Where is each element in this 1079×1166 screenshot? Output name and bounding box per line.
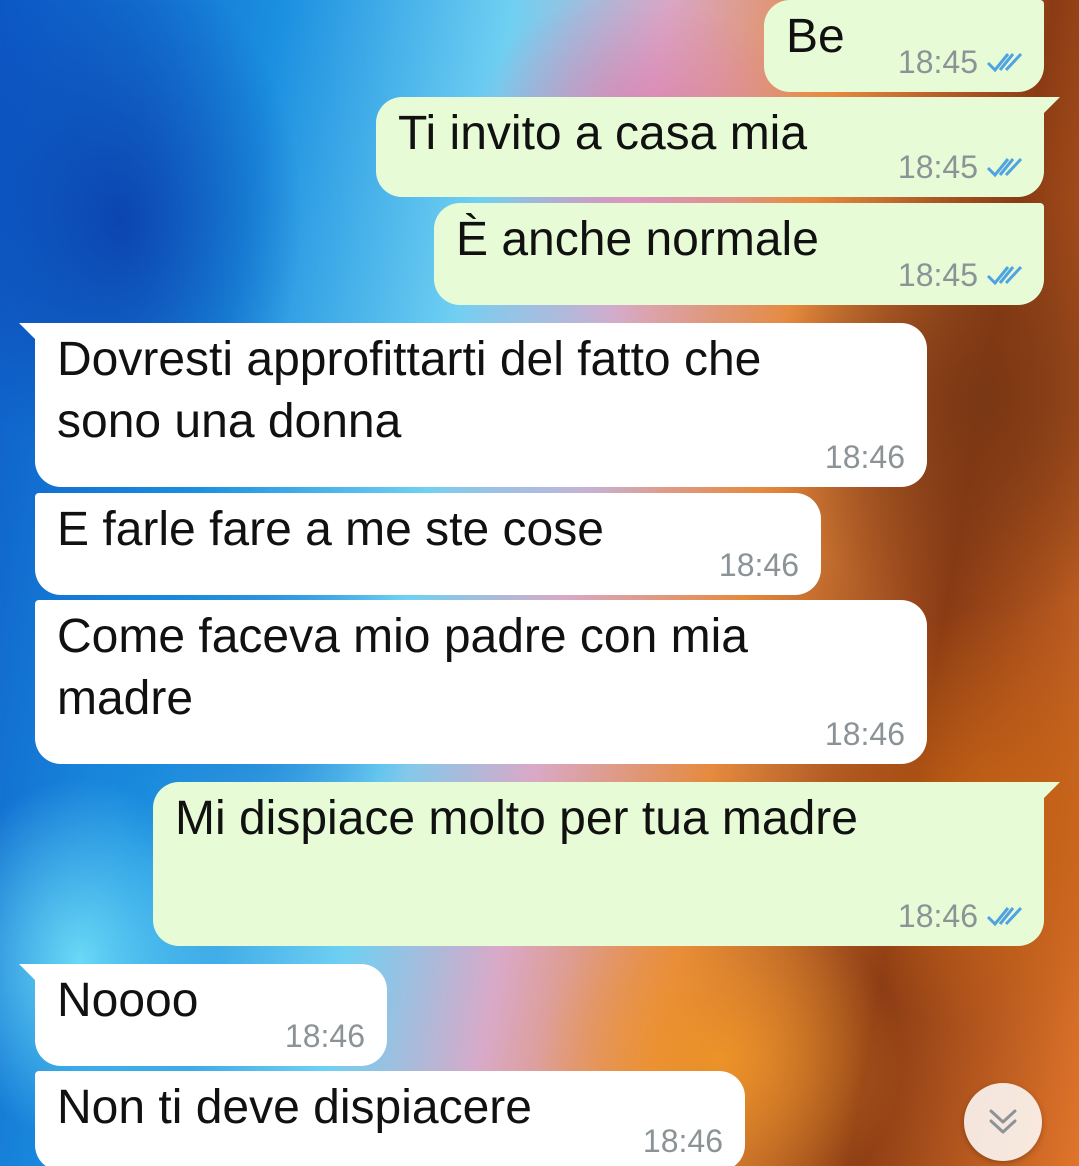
message-meta: 18:46 <box>898 898 1024 934</box>
message-time: 18:46 <box>824 439 905 475</box>
message-meta: 18:45 <box>898 44 1024 80</box>
outgoing-message[interactable]: È anche normale 18:45 <box>434 203 1044 305</box>
message-meta: 18:46 <box>825 716 905 752</box>
message-text: Non ti deve dispiacere <box>57 1081 532 1134</box>
message-time: 18:46 <box>642 1123 723 1159</box>
incoming-message[interactable]: E farle fare a me ste cose 18:46 <box>35 493 821 595</box>
outgoing-message[interactable]: Mi dispiace molto per tua madre 18:46 <box>153 782 1060 946</box>
read-double-check-icon <box>986 906 1023 927</box>
message-meta: 18:46 <box>643 1123 723 1159</box>
message-text: Mi dispiace molto per tua madre <box>175 792 858 845</box>
message-meta: 18:46 <box>719 547 799 583</box>
incoming-message[interactable]: Dovresti approfittarti del fatto che son… <box>19 323 927 487</box>
message-text: E farle fare a me ste cose <box>57 503 604 556</box>
message-meta: 18:45 <box>898 149 1024 185</box>
read-double-check-icon <box>986 265 1023 286</box>
message-meta: 18:46 <box>825 439 905 475</box>
message-time: 18:45 <box>897 44 978 80</box>
message-time: 18:45 <box>897 149 978 185</box>
read-double-check-icon <box>986 157 1023 178</box>
message-meta: 18:45 <box>898 257 1024 293</box>
message-time: 18:45 <box>897 257 978 293</box>
message-time: 18:46 <box>718 547 799 583</box>
message-time: 18:46 <box>824 716 905 752</box>
message-text: Dovresti approfittarti del fatto che son… <box>57 333 762 448</box>
message-time: 18:46 <box>897 898 978 934</box>
scroll-to-bottom-button[interactable] <box>964 1083 1042 1161</box>
incoming-message[interactable]: Come faceva mio padre con mia madre 18:4… <box>35 600 927 764</box>
double-chevron-down-icon <box>989 1109 1017 1134</box>
outgoing-message[interactable]: Ti invito a casa mia 18:45 <box>376 97 1060 197</box>
message-time: 18:46 <box>284 1018 365 1054</box>
message-meta: 18:46 <box>285 1018 365 1054</box>
read-double-check-icon <box>986 52 1023 73</box>
message-text: Come faceva mio padre con mia madre <box>57 610 748 725</box>
incoming-message[interactable]: Noooo 18:46 <box>19 964 387 1066</box>
outgoing-message[interactable]: Be 18:45 <box>764 0 1044 92</box>
incoming-message[interactable]: Non ti deve dispiacere 18:46 <box>35 1071 745 1166</box>
chat-thread[interactable]: Be 18:45 Ti invito a casa mia 18:45 È an… <box>0 0 1079 1166</box>
